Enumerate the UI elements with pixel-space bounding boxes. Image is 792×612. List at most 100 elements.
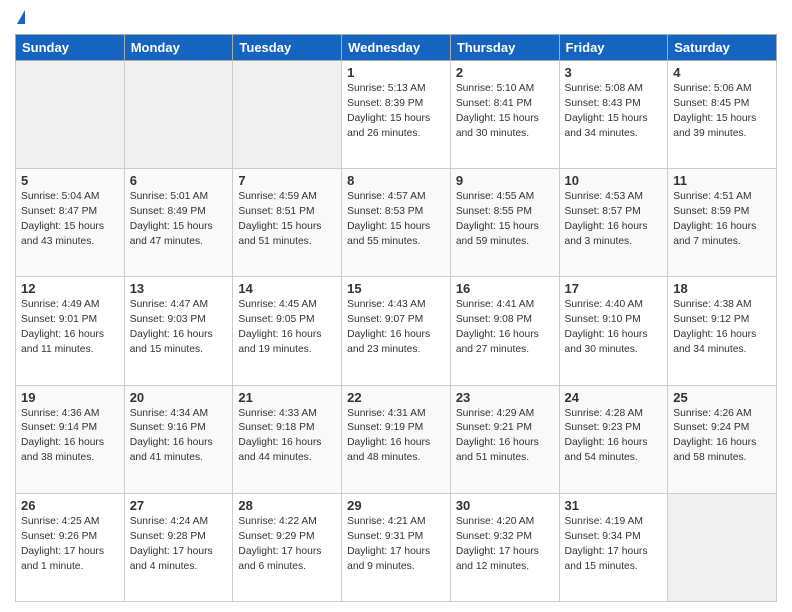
day-info: Sunrise: 4:20 AMSunset: 9:32 PMDaylight:… xyxy=(456,515,554,575)
logo-triangle-icon xyxy=(17,10,25,24)
calendar-cell: 19 Sunrise: 4:36 AMSunset: 9:14 PMDayligh… xyxy=(16,385,125,493)
day-info: Sunrise: 4:55 AMSunset: 8:55 PMDaylight:… xyxy=(456,190,554,250)
day-info: Sunrise: 4:25 AMSunset: 9:26 PMDaylight:… xyxy=(21,515,119,575)
day-number: 16 xyxy=(456,281,554,296)
day-number: 15 xyxy=(347,281,445,296)
calendar-cell: 22 Sunrise: 4:31 AMSunset: 9:19 PMDayligh… xyxy=(342,385,451,493)
day-info: Sunrise: 4:53 AMSunset: 8:57 PMDaylight:… xyxy=(565,190,663,250)
day-number: 31 xyxy=(565,498,663,513)
day-info: Sunrise: 4:59 AMSunset: 8:51 PMDaylight:… xyxy=(238,190,336,250)
calendar-cell: 17Sunrise: 4:40 AMSunset: 9:10 PMDayligh… xyxy=(559,277,668,385)
column-header-wednesday: Wednesday xyxy=(342,35,451,61)
day-info: Sunrise: 4:34 AMSunset: 9:16 PMDaylight:… xyxy=(130,407,228,467)
day-number: 26 xyxy=(21,498,119,513)
calendar-cell: 29 Sunrise: 4:21 AMSunset: 9:31 PMDayligh… xyxy=(342,493,451,601)
day-number: 11 xyxy=(673,173,771,188)
day-number: 3 xyxy=(565,65,663,80)
day-info: Sunrise: 4:38 AMSunset: 9:12 PMDaylight:… xyxy=(673,298,771,358)
column-header-sunday: Sunday xyxy=(16,35,125,61)
calendar-cell: 6Sunrise: 5:01 AMSunset: 8:49 PMDaylight… xyxy=(124,169,233,277)
day-info: Sunrise: 4:36 AMSunset: 9:14 PMDaylight:… xyxy=(21,407,119,467)
calendar-cell: 28Sunrise: 4:22 AMSunset: 9:29 PMDayligh… xyxy=(233,493,342,601)
calendar-cell: 5 Sunrise: 5:04 AMSunset: 8:47 PMDaylight… xyxy=(16,169,125,277)
page: SundayMondayTuesdayWednesdayThursdayFrid… xyxy=(0,0,792,612)
day-number: 1 xyxy=(347,65,445,80)
calendar-table: SundayMondayTuesdayWednesdayThursdayFrid… xyxy=(15,34,777,602)
calendar-cell xyxy=(16,61,125,169)
calendar-cell: 7 Sunrise: 4:59 AMSunset: 8:51 PMDaylight… xyxy=(233,169,342,277)
calendar-week-row: 5 Sunrise: 5:04 AMSunset: 8:47 PMDaylight… xyxy=(16,169,777,277)
day-number: 7 xyxy=(238,173,336,188)
day-info: Sunrise: 5:06 AMSunset: 8:45 PMDaylight:… xyxy=(673,82,771,142)
day-info: Sunrise: 4:45 AMSunset: 9:05 PMDaylight:… xyxy=(238,298,336,358)
calendar-cell: 31 Sunrise: 4:19 AMSunset: 9:34 PMDayligh… xyxy=(559,493,668,601)
day-number: 25 xyxy=(673,390,771,405)
day-info: Sunrise: 4:57 AMSunset: 8:53 PMDaylight:… xyxy=(347,190,445,250)
day-number: 22 xyxy=(347,390,445,405)
day-info: Sunrise: 4:41 AMSunset: 9:08 PMDaylight:… xyxy=(456,298,554,358)
day-number: 21 xyxy=(238,390,336,405)
calendar-cell: 24 Sunrise: 4:28 AMSunset: 9:23 PMDayligh… xyxy=(559,385,668,493)
day-number: 18 xyxy=(673,281,771,296)
day-number: 29 xyxy=(347,498,445,513)
calendar-cell xyxy=(124,61,233,169)
day-number: 19 xyxy=(21,390,119,405)
day-info: Sunrise: 4:28 AMSunset: 9:23 PMDaylight:… xyxy=(565,407,663,467)
day-info: Sunrise: 4:22 AMSunset: 9:29 PMDaylight:… xyxy=(238,515,336,575)
day-info: Sunrise: 5:08 AMSunset: 8:43 PMDaylight:… xyxy=(565,82,663,142)
calendar-header-row: SundayMondayTuesdayWednesdayThursdayFrid… xyxy=(16,35,777,61)
day-number: 4 xyxy=(673,65,771,80)
day-number: 10 xyxy=(565,173,663,188)
day-number: 24 xyxy=(565,390,663,405)
day-number: 27 xyxy=(130,498,228,513)
calendar-cell: 4 Sunrise: 5:06 AMSunset: 8:45 PMDaylight… xyxy=(668,61,777,169)
day-info: Sunrise: 5:13 AMSunset: 8:39 PMDaylight:… xyxy=(347,82,445,142)
calendar-cell: 27Sunrise: 4:24 AMSunset: 9:28 PMDayligh… xyxy=(124,493,233,601)
calendar-cell: 8 Sunrise: 4:57 AMSunset: 8:53 PMDaylight… xyxy=(342,169,451,277)
day-number: 8 xyxy=(347,173,445,188)
day-number: 13 xyxy=(130,281,228,296)
day-number: 5 xyxy=(21,173,119,188)
day-info: Sunrise: 5:10 AMSunset: 8:41 PMDaylight:… xyxy=(456,82,554,142)
day-info: Sunrise: 4:31 AMSunset: 9:19 PMDaylight:… xyxy=(347,407,445,467)
calendar-cell: 23Sunrise: 4:29 AMSunset: 9:21 PMDayligh… xyxy=(450,385,559,493)
calendar-week-row: 1 Sunrise: 5:13 AMSunset: 8:39 PMDaylight… xyxy=(16,61,777,169)
calendar-week-row: 19 Sunrise: 4:36 AMSunset: 9:14 PMDayligh… xyxy=(16,385,777,493)
calendar-cell: 3 Sunrise: 5:08 AMSunset: 8:43 PMDaylight… xyxy=(559,61,668,169)
calendar-cell: 21 Sunrise: 4:33 AMSunset: 9:18 PMDayligh… xyxy=(233,385,342,493)
calendar-cell xyxy=(233,61,342,169)
calendar-cell: 14 Sunrise: 4:45 AMSunset: 9:05 PMDayligh… xyxy=(233,277,342,385)
day-number: 14 xyxy=(238,281,336,296)
day-info: Sunrise: 4:33 AMSunset: 9:18 PMDaylight:… xyxy=(238,407,336,467)
calendar-cell: 25Sunrise: 4:26 AMSunset: 9:24 PMDayligh… xyxy=(668,385,777,493)
calendar-week-row: 12Sunrise: 4:49 AMSunset: 9:01 PMDayligh… xyxy=(16,277,777,385)
header xyxy=(15,10,777,26)
calendar-cell: 15 Sunrise: 4:43 AMSunset: 9:07 PMDayligh… xyxy=(342,277,451,385)
calendar-week-row: 26 Sunrise: 4:25 AMSunset: 9:26 PMDayligh… xyxy=(16,493,777,601)
day-number: 20 xyxy=(130,390,228,405)
column-header-monday: Monday xyxy=(124,35,233,61)
calendar-cell: 10 Sunrise: 4:53 AMSunset: 8:57 PMDayligh… xyxy=(559,169,668,277)
day-info: Sunrise: 4:21 AMSunset: 9:31 PMDaylight:… xyxy=(347,515,445,575)
day-info: Sunrise: 4:19 AMSunset: 9:34 PMDaylight:… xyxy=(565,515,663,575)
calendar-cell: 9Sunrise: 4:55 AMSunset: 8:55 PMDaylight… xyxy=(450,169,559,277)
day-info: Sunrise: 4:51 AMSunset: 8:59 PMDaylight:… xyxy=(673,190,771,250)
calendar-cell: 30 Sunrise: 4:20 AMSunset: 9:32 PMDayligh… xyxy=(450,493,559,601)
calendar-cell: 1 Sunrise: 5:13 AMSunset: 8:39 PMDaylight… xyxy=(342,61,451,169)
calendar-cell xyxy=(668,493,777,601)
column-header-saturday: Saturday xyxy=(668,35,777,61)
calendar-cell: 11 Sunrise: 4:51 AMSunset: 8:59 PMDayligh… xyxy=(668,169,777,277)
day-number: 30 xyxy=(456,498,554,513)
calendar-cell: 13 Sunrise: 4:47 AMSunset: 9:03 PMDayligh… xyxy=(124,277,233,385)
calendar-cell: 12Sunrise: 4:49 AMSunset: 9:01 PMDayligh… xyxy=(16,277,125,385)
calendar-cell: 16 Sunrise: 4:41 AMSunset: 9:08 PMDayligh… xyxy=(450,277,559,385)
column-header-tuesday: Tuesday xyxy=(233,35,342,61)
column-header-friday: Friday xyxy=(559,35,668,61)
day-info: Sunrise: 4:40 AMSunset: 9:10 PMDaylight:… xyxy=(565,298,663,358)
day-info: Sunrise: 4:43 AMSunset: 9:07 PMDaylight:… xyxy=(347,298,445,358)
day-info: Sunrise: 4:29 AMSunset: 9:21 PMDaylight:… xyxy=(456,407,554,467)
day-info: Sunrise: 4:47 AMSunset: 9:03 PMDaylight:… xyxy=(130,298,228,358)
logo xyxy=(15,10,25,26)
day-info: Sunrise: 5:04 AMSunset: 8:47 PMDaylight:… xyxy=(21,190,119,250)
day-info: Sunrise: 4:49 AMSunset: 9:01 PMDaylight:… xyxy=(21,298,119,358)
